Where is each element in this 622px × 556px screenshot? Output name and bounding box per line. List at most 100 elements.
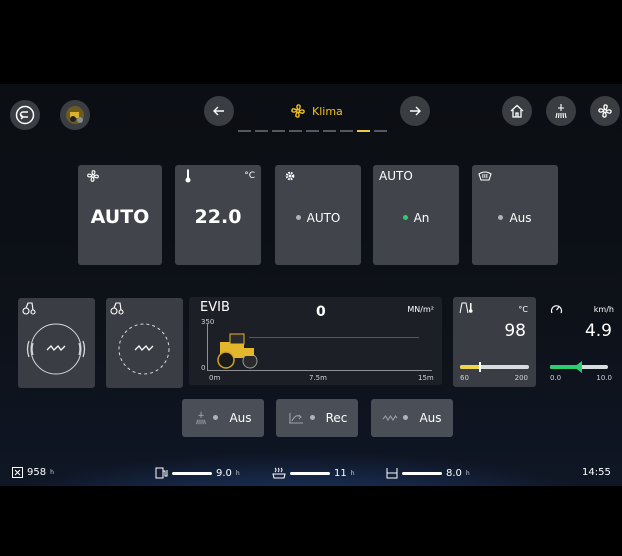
speed-max: 10.0: [596, 374, 612, 382]
speed-value: 4.9: [584, 321, 612, 341]
speed-gauge-marker: [574, 361, 582, 373]
status-dot: [213, 414, 219, 420]
home-button[interactable]: [502, 96, 532, 126]
speed-gauge: [550, 361, 608, 373]
engine-temp-min: 60: [460, 374, 469, 382]
defrost-tile[interactable]: Aus: [472, 165, 558, 265]
vibration-button[interactable]: Aus: [371, 399, 453, 437]
evib-y-min: 0: [201, 364, 206, 372]
fuel-status: 9.0 h: [155, 467, 240, 479]
status-dot: [403, 414, 409, 420]
tank-hours-value: 8.0: [446, 467, 462, 479]
temperature-unit: °C: [244, 171, 255, 181]
evib-x-end: 15m: [418, 374, 434, 382]
engine-temp-panel: °C 98 60 200: [453, 297, 536, 387]
page-title: Klima: [290, 103, 343, 119]
page-dot: [306, 130, 319, 132]
recirculation-button[interactable]: Rec: [276, 399, 358, 437]
water-level-bar: [290, 471, 330, 475]
fuel-hours-unit: h: [235, 469, 240, 477]
rear-drum-vibration-panel[interactable]: [106, 298, 183, 388]
ac-status: An: [373, 211, 459, 225]
fan-speed-tile[interactable]: AUTO: [78, 165, 162, 265]
evib-label: EVIB: [200, 300, 230, 315]
sprinkler-status: Aus: [229, 411, 252, 425]
engine-temp-value: 98: [504, 321, 526, 341]
ac-tile[interactable]: AUTO An: [373, 165, 459, 265]
roller-machine-icon: [217, 333, 258, 369]
fan-speed-value: AUTO: [90, 206, 150, 228]
page-dot: [238, 130, 251, 132]
recirculation-icon: [288, 413, 303, 424]
sprinkler-button[interactable]: Aus: [182, 399, 264, 437]
status-dot: [309, 414, 315, 420]
speed-min: 0.0: [550, 374, 562, 382]
evib-x-axis: [207, 370, 432, 371]
next-page-button[interactable]: [400, 96, 430, 126]
evib-x-mid: 7.5m: [309, 374, 327, 382]
back-button[interactable]: [10, 100, 40, 130]
roller-machine-icon: [66, 106, 84, 124]
fuel-hours-value: 9.0: [216, 467, 232, 479]
fan-icon: [598, 104, 612, 118]
speed-unit: km/h: [593, 305, 614, 314]
blower-mode-tile[interactable]: AUTO: [275, 165, 361, 265]
roller-icon: [110, 302, 124, 315]
operating-hours-unit: h: [50, 469, 54, 476]
page-dot: [340, 130, 353, 132]
clock-time: 14:55: [582, 467, 611, 478]
tank-level-bar: [402, 471, 442, 475]
vibration-status: Aus: [419, 411, 442, 425]
arrow-right-icon: [410, 106, 421, 116]
temperature-value: 22.0: [194, 206, 242, 228]
operating-hours: 958 h: [12, 467, 54, 478]
engine-temp-max: 200: [514, 374, 528, 382]
gear-icon: [285, 171, 295, 181]
engine-temp-gauge-fill: [460, 365, 479, 369]
coolant-temp-icon: [459, 302, 473, 314]
water-hours-value: 11: [334, 467, 347, 479]
tank-icon: [386, 468, 398, 479]
page-indicator: [238, 130, 387, 132]
status-dot-green: [402, 215, 408, 220]
page-dot: [255, 130, 268, 132]
vibration-drum-icon: [118, 323, 170, 375]
vibration-drum-icon: [26, 323, 86, 375]
climate-shortcut-button[interactable]: [590, 96, 620, 126]
water-hours-unit: h: [350, 469, 355, 477]
defrost-status: Aus: [472, 211, 558, 225]
evib-unit: MN/m²: [407, 305, 434, 314]
temperature-tile[interactable]: °C 22.0: [175, 165, 261, 265]
machine-status-button[interactable]: [60, 100, 90, 130]
arrow-left-icon: [213, 106, 224, 116]
operating-hours-value: 958: [27, 467, 47, 478]
prev-page-button[interactable]: [204, 96, 234, 126]
thermometer-icon: [185, 169, 191, 183]
main-screen: Klima AUTO °C 22.0 AUTO AUTO An Aus EVIB…: [0, 84, 622, 486]
page-title-text: Klima: [312, 104, 343, 118]
sprinkler-shortcut-button[interactable]: [546, 96, 576, 126]
evib-panel: EVIB 0 MN/m² 350 0 0m 7.5m 15m: [189, 297, 442, 385]
page-dot-active: [357, 130, 370, 132]
hour-meter-icon: [12, 467, 23, 478]
engine-temp-gauge-marker: [479, 362, 481, 372]
home-icon: [510, 104, 524, 118]
fan-icon: [87, 170, 99, 182]
back-arrow-icon: [15, 105, 35, 125]
tank-status: 8.0 h: [386, 467, 470, 479]
water-tank-icon: [272, 467, 286, 479]
page-dot: [272, 130, 285, 132]
ac-mode-label: AUTO: [379, 169, 413, 183]
engine-temp-unit: °C: [518, 305, 528, 314]
speedometer-icon: [550, 305, 563, 314]
engine-temp-gauge: [460, 362, 529, 372]
sprinkler-icon: [196, 411, 207, 425]
clock: 14:55: [582, 467, 611, 478]
fuel-level-bar: [172, 471, 212, 475]
front-drum-vibration-panel[interactable]: [18, 298, 95, 388]
fuel-pump-icon: [155, 467, 168, 479]
page-dot: [323, 130, 336, 132]
status-dot: [295, 215, 301, 220]
vibration-wave-icon: [383, 414, 398, 422]
page-dot: [289, 130, 302, 132]
